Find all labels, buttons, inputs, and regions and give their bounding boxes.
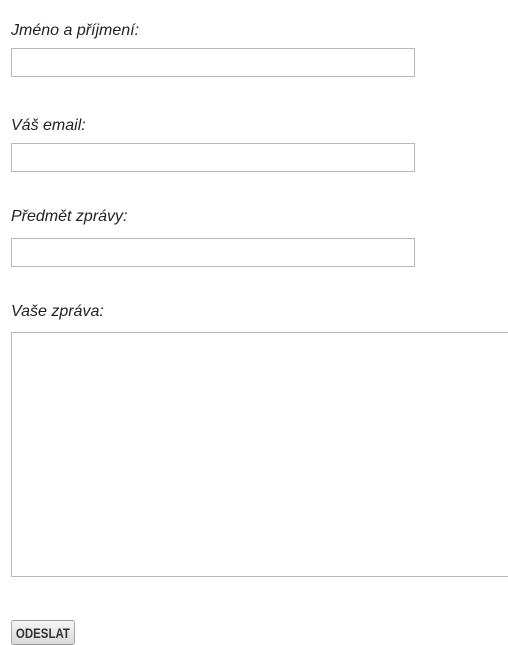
email-label: Váš email: [11,117,86,134]
message-textarea[interactable] [11,332,508,577]
subject-label: Předmět zprávy: [11,208,128,225]
contact-form: Jméno a příjmení: Váš email: Předmět zpr… [0,0,508,645]
submit-button[interactable]: ODESLAT [11,620,75,645]
subject-input[interactable] [11,238,415,267]
name-label: Jméno a příjmení: [11,22,140,39]
email-input[interactable] [11,143,415,172]
name-input[interactable] [11,48,415,77]
message-label: Vaše zpráva: [11,303,104,320]
